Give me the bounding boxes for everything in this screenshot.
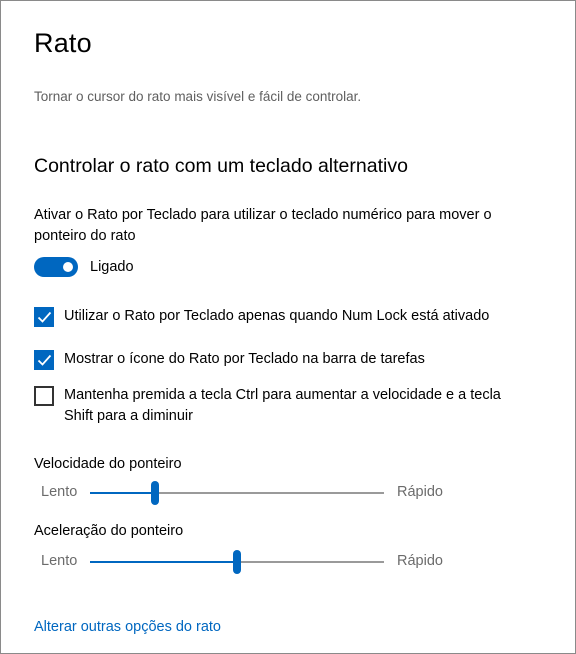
speed-slider-title: Velocidade do ponteiro	[34, 456, 182, 472]
checkbox-row-taskbar-icon: Mostrar o ícone do Rato por Teclado na b…	[34, 350, 514, 370]
speed-slider-thumb[interactable]	[151, 481, 159, 505]
checkbox-label-numlock: Utilizar o Rato por Teclado apenas quand…	[64, 308, 490, 324]
page-description: Tornar o cursor do rato mais visível e f…	[34, 89, 362, 104]
acceleration-slider-fill	[90, 561, 237, 563]
acceleration-min-label: Lento	[41, 553, 78, 569]
checkbox-label-taskbar-icon: Mostrar o ícone do Rato por Teclado na b…	[64, 351, 425, 367]
page-title: Rato	[34, 28, 92, 58]
speed-min-label: Lento	[41, 484, 78, 500]
mouse-keys-toggle[interactable]	[34, 257, 78, 277]
checkbox-taskbar-icon[interactable]	[34, 350, 54, 370]
checkbox-ctrl-shift[interactable]	[34, 386, 54, 406]
acceleration-max-label: Rápido	[397, 553, 443, 569]
acceleration-slider-row: Lento Rápido	[34, 550, 464, 574]
mouse-keys-description: Ativar o Rato por Teclado para utilizar …	[34, 207, 492, 244]
checkbox-label-ctrl-shift: Mantenha premida a tecla Ctrl para aumen…	[64, 387, 501, 424]
toggle-state-label: Ligado	[90, 259, 134, 275]
speed-slider-fill	[90, 492, 155, 494]
section-title: Controlar o rato com um teclado alternat…	[34, 155, 408, 177]
acceleration-slider-title: Aceleração do ponteiro	[34, 523, 184, 539]
speed-slider-row: Lento Rápido	[34, 481, 464, 505]
checkbox-row-ctrl-shift: Mantenha premida a tecla Ctrl para aumen…	[34, 386, 514, 427]
acceleration-slider-thumb[interactable]	[233, 550, 241, 574]
checkmark-icon	[37, 311, 52, 323]
speed-slider[interactable]	[90, 481, 384, 505]
acceleration-slider[interactable]	[90, 550, 384, 574]
checkbox-numlock[interactable]	[34, 307, 54, 327]
toggle-knob	[63, 262, 73, 272]
speed-max-label: Rápido	[397, 484, 443, 500]
checkbox-row-numlock: Utilizar o Rato por Teclado apenas quand…	[34, 307, 514, 327]
mouse-keys-toggle-row: Ligado	[34, 256, 134, 278]
checkmark-icon	[37, 354, 52, 366]
other-mouse-options-link[interactable]: Alterar outras opções do rato	[34, 619, 221, 635]
